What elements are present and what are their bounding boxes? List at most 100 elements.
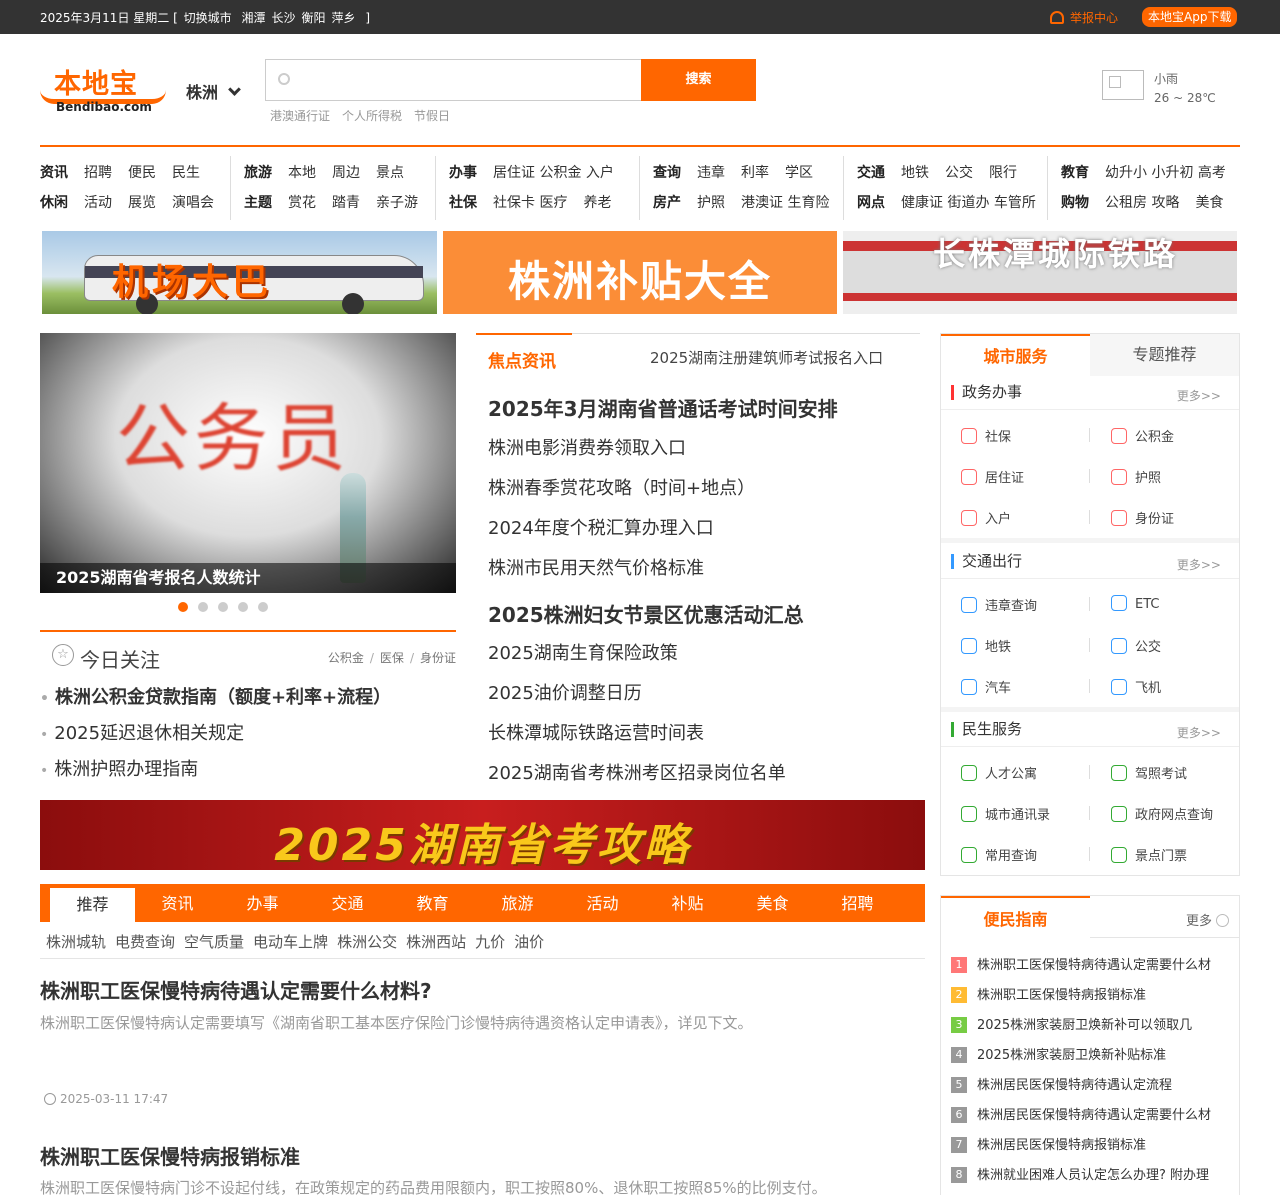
service-more-link[interactable]: 更多>> (1177, 387, 1221, 404)
sub-category-link[interactable]: 株洲西站 (406, 933, 466, 951)
nav-link[interactable]: 学区 (785, 165, 813, 181)
category-tab[interactable]: 活动 (560, 884, 645, 922)
service-item[interactable]: 社保 (961, 426, 1011, 445)
guide-item[interactable]: 2 株洲职工医保慢特病报销标准 (951, 984, 1146, 1003)
nav-heading-link[interactable]: 查询 (653, 165, 681, 181)
today-tag-link[interactable]: 医保 (380, 651, 404, 665)
focus-news-item[interactable]: 株洲春季赏花攻略（时间+地点） (488, 474, 755, 500)
guide-item[interactable]: 5 株洲居民医保慢特病待遇认定流程 (951, 1074, 1172, 1093)
service-item[interactable]: 入户 (961, 508, 1011, 527)
news-slider[interactable]: 公务员 2025湖南省考报名人数统计 (40, 333, 456, 593)
category-tab[interactable]: 资讯 (135, 884, 220, 922)
app-download-button[interactable]: 本地宝App下载 (1142, 7, 1238, 27)
nav-link[interactable]: 居住证 公积金 入户 (493, 165, 614, 181)
site-logo[interactable]: 本地宝 Bendibao.com (40, 62, 166, 118)
banner-subsidy[interactable]: 株洲补贴大全 (443, 231, 837, 314)
nav-link[interactable]: 便民 (128, 165, 156, 181)
category-tab[interactable]: 交通 (305, 884, 390, 922)
nav-link[interactable]: 演唱会 (172, 195, 214, 211)
tab-topic-recommend[interactable]: 专题推荐 (1090, 334, 1239, 376)
today-tag-link[interactable]: 身份证 (420, 651, 456, 665)
service-more-link[interactable]: 更多>> (1177, 556, 1221, 573)
switch-city-label[interactable]: 切换城市 (184, 11, 232, 25)
tab-city-services[interactable]: 城市服务 (941, 334, 1090, 377)
nav-link[interactable]: 踏青 (332, 195, 360, 211)
guide-item[interactable]: 3 2025株洲家装厨卫焕新补可以领取几 (951, 1014, 1192, 1033)
nav-link[interactable]: 公交 (945, 165, 973, 181)
report-center-link[interactable]: 举报中心 (1050, 9, 1118, 26)
guide-item[interactable]: 4 2025株洲家装厨卫焕新补贴标准 (951, 1044, 1166, 1063)
hot-word-link[interactable]: 港澳通行证 (270, 109, 330, 123)
nav-heading-link[interactable]: 教育 (1061, 165, 1089, 181)
article-title[interactable]: 株洲职工医保慢特病报销标准 (40, 1141, 300, 1170)
nav-heading-link[interactable]: 办事 (449, 165, 477, 181)
focus-news-item[interactable]: 2025湖南生育保险政策 (488, 639, 678, 665)
nav-link[interactable]: 展览 (128, 195, 156, 211)
service-item[interactable]: 景点门票 (1111, 845, 1187, 864)
city-link[interactable]: 长沙 (271, 11, 295, 25)
category-tab[interactable]: 旅游 (475, 884, 560, 922)
focus-news-item[interactable]: 2025油价调整日历 (488, 679, 642, 705)
nav-heading-link[interactable]: 房产 (653, 195, 681, 211)
focus-news-subtitle[interactable]: 2025湖南注册建筑师考试报名入口 (650, 347, 883, 368)
nav-link[interactable]: 护照 (697, 195, 725, 211)
service-item[interactable]: 飞机 (1111, 677, 1161, 696)
nav-link[interactable]: 招聘 (84, 165, 112, 181)
today-tag-link[interactable]: 公积金 (328, 651, 364, 665)
slider-dot[interactable] (238, 602, 248, 612)
search-button[interactable]: 搜索 (641, 59, 756, 101)
city-selector[interactable]: 株洲 (186, 79, 241, 103)
nav-heading-link[interactable]: 交通 (857, 165, 885, 181)
article-title[interactable]: 株洲职工医保慢特病待遇认定需要什么材料? (40, 975, 432, 1004)
nav-link[interactable]: 活动 (84, 195, 112, 211)
guide-title[interactable]: 便民指南 (941, 896, 1090, 938)
nav-link[interactable]: 健康证 街道办 车管所 (901, 195, 1036, 211)
nav-link[interactable]: 幼升小 小升初 高考 (1105, 165, 1226, 181)
focus-news-item[interactable]: 2024年度个税汇算办理入口 (488, 514, 714, 540)
service-item[interactable]: 地铁 (961, 636, 1011, 655)
guide-item[interactable]: 6 株洲居民医保慢特病待遇认定需要什么材 (951, 1104, 1211, 1123)
category-tab[interactable]: 教育 (390, 884, 475, 922)
nav-link[interactable]: 港澳证 生育险 (741, 195, 829, 211)
service-item[interactable]: 居住证 (961, 467, 1024, 486)
slider-dot[interactable] (218, 602, 228, 612)
nav-link[interactable]: 限行 (989, 165, 1017, 181)
nav-heading-link[interactable]: 购物 (1061, 195, 1089, 211)
hot-word-link[interactable]: 节假日 (414, 109, 450, 123)
nav-link[interactable]: 景点 (376, 165, 404, 181)
service-item[interactable]: 身份证 (1111, 508, 1174, 527)
nav-heading-link[interactable]: 旅游 (244, 165, 272, 181)
service-item[interactable]: 违章查询 (961, 595, 1037, 614)
nav-heading-link[interactable]: 社保 (449, 195, 477, 211)
nav-link[interactable]: 公租房 攻略 (1105, 195, 1179, 211)
service-item[interactable]: ETC (1111, 595, 1159, 612)
slider-dot[interactable] (198, 602, 208, 612)
sub-category-link[interactable]: 电动车上牌 (253, 933, 328, 951)
nav-heading-link[interactable]: 资讯 (40, 165, 68, 181)
slider-dot[interactable] (178, 602, 188, 612)
banner-intercity-rail[interactable]: 长株潭城际铁路 (843, 231, 1237, 314)
nav-heading-link[interactable]: 网点 (857, 195, 885, 211)
service-item[interactable]: 汽车 (961, 677, 1011, 696)
service-item[interactable]: 常用查询 (961, 845, 1037, 864)
focus-news-item[interactable]: 2025株洲妇女节景区优惠活动汇总 (488, 599, 804, 628)
hot-word-link[interactable]: 个人所得税 (342, 109, 402, 123)
service-item[interactable]: 驾照考试 (1111, 763, 1187, 782)
category-tab[interactable]: 办事 (220, 884, 305, 922)
category-tab[interactable]: 招聘 (815, 884, 900, 922)
nav-link[interactable]: 地铁 (901, 165, 929, 181)
sub-category-link[interactable]: 株洲城轨 (46, 933, 106, 951)
city-link[interactable]: 萍乡 (332, 11, 356, 25)
nav-link[interactable]: 违章 (697, 165, 725, 181)
search-input[interactable] (302, 68, 632, 92)
sub-category-link[interactable]: 空气质量 (184, 933, 244, 951)
focus-news-item[interactable]: 长株潭城际铁路运营时间表 (488, 719, 704, 745)
service-item[interactable]: 人才公寓 (961, 763, 1037, 782)
today-focus-item[interactable]: 株洲公积金贷款指南（额度+利率+流程） (40, 683, 391, 709)
service-item[interactable]: 公交 (1111, 636, 1161, 655)
sub-category-link[interactable]: 株洲公交 (337, 933, 397, 951)
guide-item[interactable]: 1 株洲职工医保慢特病待遇认定需要什么材 (951, 954, 1211, 973)
focus-news-item[interactable]: 2025湖南省考株洲考区招录岗位名单 (488, 759, 786, 785)
nav-link[interactable]: 养老 (583, 195, 611, 211)
focus-news-tab[interactable]: 焦点资讯 (488, 347, 556, 372)
